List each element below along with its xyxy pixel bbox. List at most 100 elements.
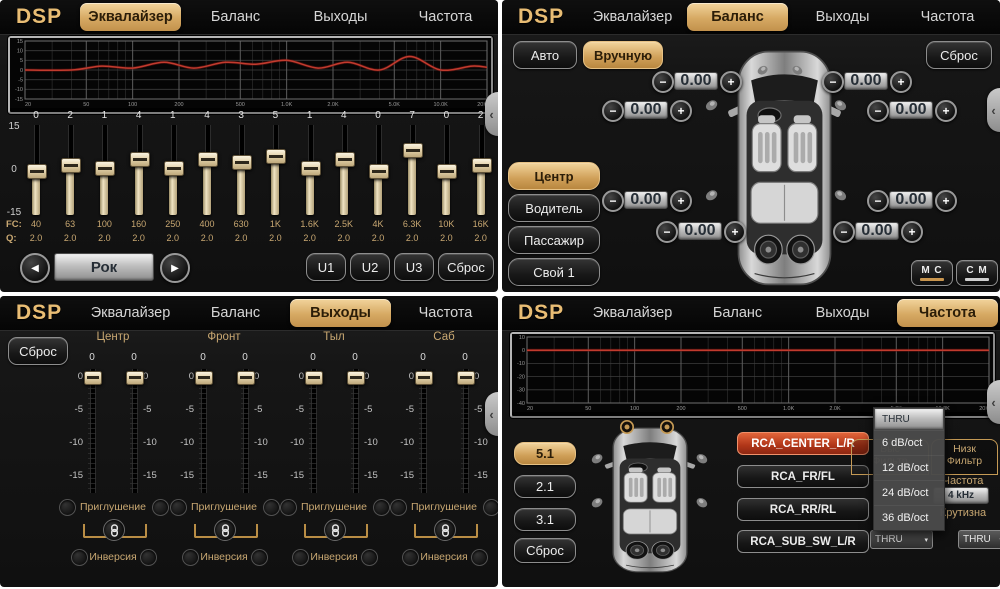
eq-band-slider[interactable]: 4 — [122, 110, 156, 218]
link-channels-button[interactable] — [324, 519, 346, 541]
mc-button[interactable]: M C — [911, 260, 953, 286]
slope-option-selected[interactable]: THRU — [874, 408, 944, 430]
tab-equalizer[interactable]: Эквалайзер — [80, 3, 181, 31]
output-slider-knob[interactable] — [195, 371, 213, 385]
tab-frequency[interactable]: Частота — [897, 299, 998, 327]
balance-minus-button[interactable]: − — [602, 190, 624, 212]
output-slider-knob[interactable] — [415, 371, 433, 385]
eq-band-slider[interactable]: 1 — [156, 110, 190, 218]
preset-display[interactable]: Рок — [54, 253, 154, 281]
slope-select-low[interactable]: THRU ▾ — [958, 530, 1000, 549]
invert-toggle-right[interactable] — [251, 549, 268, 566]
rca-button-4[interactable]: RCA_SUB_SW_L/R — [737, 530, 869, 553]
position-driver-button[interactable]: Водитель — [508, 194, 600, 222]
position-custom1-button[interactable]: Свой 1 — [508, 258, 600, 286]
balance-plus-button[interactable]: + — [935, 190, 957, 212]
invert-toggle-right[interactable] — [471, 549, 488, 566]
panel-collapse-handle[interactable]: ‹ — [485, 392, 498, 436]
position-passenger-button[interactable]: Пассажир — [508, 226, 600, 254]
tab-outputs[interactable]: Выходы — [792, 299, 893, 327]
eq-slider-knob[interactable] — [266, 149, 286, 164]
invert-toggle-right[interactable] — [140, 549, 157, 566]
link-channels-button[interactable] — [214, 519, 236, 541]
tab-frequency[interactable]: Частота — [395, 3, 496, 31]
panel-collapse-handle[interactable]: ‹ — [987, 380, 1000, 424]
output-slider-knob[interactable] — [305, 371, 323, 385]
user-preset-u2-button[interactable]: U2 — [350, 253, 390, 281]
tab-balance[interactable]: Баланс — [185, 3, 286, 31]
eq-band-slider[interactable]: 4 — [190, 110, 224, 218]
eq-slider-knob[interactable] — [61, 158, 81, 173]
eq-band-slider[interactable]: 3 — [224, 110, 258, 218]
balance-minus-button[interactable]: − — [867, 190, 889, 212]
balance-plus-button[interactable]: + — [901, 221, 923, 243]
balance-plus-button[interactable]: + — [935, 100, 957, 122]
slope-select-high[interactable]: THRU ▾ — [870, 530, 933, 549]
eq-slider-knob[interactable] — [403, 143, 423, 158]
slope-option[interactable]: 12 dB/oct — [874, 455, 944, 480]
rca-button-1[interactable]: RCA_CENTER_L/R — [737, 432, 869, 455]
eq-slider-knob[interactable] — [335, 152, 355, 167]
eq-slider-knob[interactable] — [27, 164, 47, 179]
output-slider-knob[interactable] — [237, 371, 255, 385]
eq-slider-knob[interactable] — [198, 152, 218, 167]
balance-minus-button[interactable]: − — [833, 221, 855, 243]
eq-slider-knob[interactable] — [437, 164, 457, 179]
frequency-reset-button[interactable]: Сброс — [514, 538, 576, 563]
mode-21-button[interactable]: 2.1 — [514, 475, 576, 498]
preset-prev-button[interactable]: ◀ — [20, 253, 50, 283]
mute-toggle-right[interactable] — [483, 499, 498, 516]
balance-plus-button[interactable]: + — [724, 221, 746, 243]
eq-slider-knob[interactable] — [95, 161, 115, 176]
balance-minus-button[interactable]: − — [652, 71, 674, 93]
slope-option[interactable]: 6 dB/oct — [874, 430, 944, 455]
rca-button-2[interactable]: RCA_FR/FL — [737, 465, 869, 488]
eq-band-slider[interactable]: 0 — [361, 110, 395, 218]
output-slider-knob[interactable] — [126, 371, 144, 385]
mode-31-button[interactable]: 3.1 — [514, 508, 576, 531]
mute-toggle-right[interactable] — [152, 499, 169, 516]
slope-option[interactable]: 24 dB/oct — [874, 480, 944, 505]
balance-reset-button[interactable]: Сброс — [926, 41, 992, 69]
cm-button[interactable]: C M — [956, 260, 998, 286]
eq-slider-knob[interactable] — [164, 161, 184, 176]
output-slider-knob[interactable] — [347, 371, 365, 385]
balance-minus-button[interactable]: − — [867, 100, 889, 122]
eq-reset-button[interactable]: Сброс — [438, 253, 494, 281]
panel-collapse-handle[interactable]: ‹ — [485, 92, 498, 136]
tab-outputs[interactable]: Выходы — [792, 3, 893, 31]
tab-balance[interactable]: Баланс — [185, 299, 286, 327]
tab-outputs[interactable]: Выходы — [290, 299, 391, 327]
tab-balance[interactable]: Баланс — [687, 3, 788, 31]
tab-frequency[interactable]: Частота — [395, 299, 496, 327]
balance-minus-button[interactable]: − — [822, 71, 844, 93]
invert-toggle-right[interactable] — [361, 549, 378, 566]
link-channels-button[interactable] — [103, 519, 125, 541]
tab-frequency[interactable]: Частота — [897, 3, 998, 31]
eq-slider-knob[interactable] — [472, 158, 492, 173]
eq-band-slider[interactable]: 1 — [293, 110, 327, 218]
balance-plus-button[interactable]: + — [720, 71, 742, 93]
balance-auto-button[interactable]: Авто — [513, 41, 577, 69]
balance-plus-button[interactable]: + — [890, 71, 912, 93]
balance-manual-button[interactable]: Вручную — [583, 41, 663, 69]
link-channels-button[interactable] — [434, 519, 456, 541]
tab-balance[interactable]: Баланс — [687, 299, 788, 327]
tab-outputs[interactable]: Выходы — [290, 3, 391, 31]
mode-51-button[interactable]: 5.1 — [514, 442, 576, 465]
eq-band-slider[interactable]: 0 — [19, 110, 53, 218]
preset-next-button[interactable]: ▶ — [160, 253, 190, 283]
output-slider-knob[interactable] — [84, 371, 102, 385]
eq-slider-knob[interactable] — [232, 155, 252, 170]
eq-band-slider[interactable]: 7 — [395, 110, 429, 218]
rca-button-3[interactable]: RCA_RR/RL — [737, 498, 869, 521]
eq-band-slider[interactable]: 2 — [53, 110, 87, 218]
eq-slider-knob[interactable] — [130, 152, 150, 167]
eq-band-slider[interactable]: 0 — [429, 110, 463, 218]
balance-plus-button[interactable]: + — [670, 100, 692, 122]
panel-collapse-handle[interactable]: ‹ — [987, 88, 1000, 132]
user-preset-u3-button[interactable]: U3 — [394, 253, 434, 281]
eq-band-slider[interactable]: 1 — [87, 110, 121, 218]
eq-band-slider[interactable]: 4 — [327, 110, 361, 218]
tab-equalizer[interactable]: Эквалайзер — [582, 3, 683, 31]
